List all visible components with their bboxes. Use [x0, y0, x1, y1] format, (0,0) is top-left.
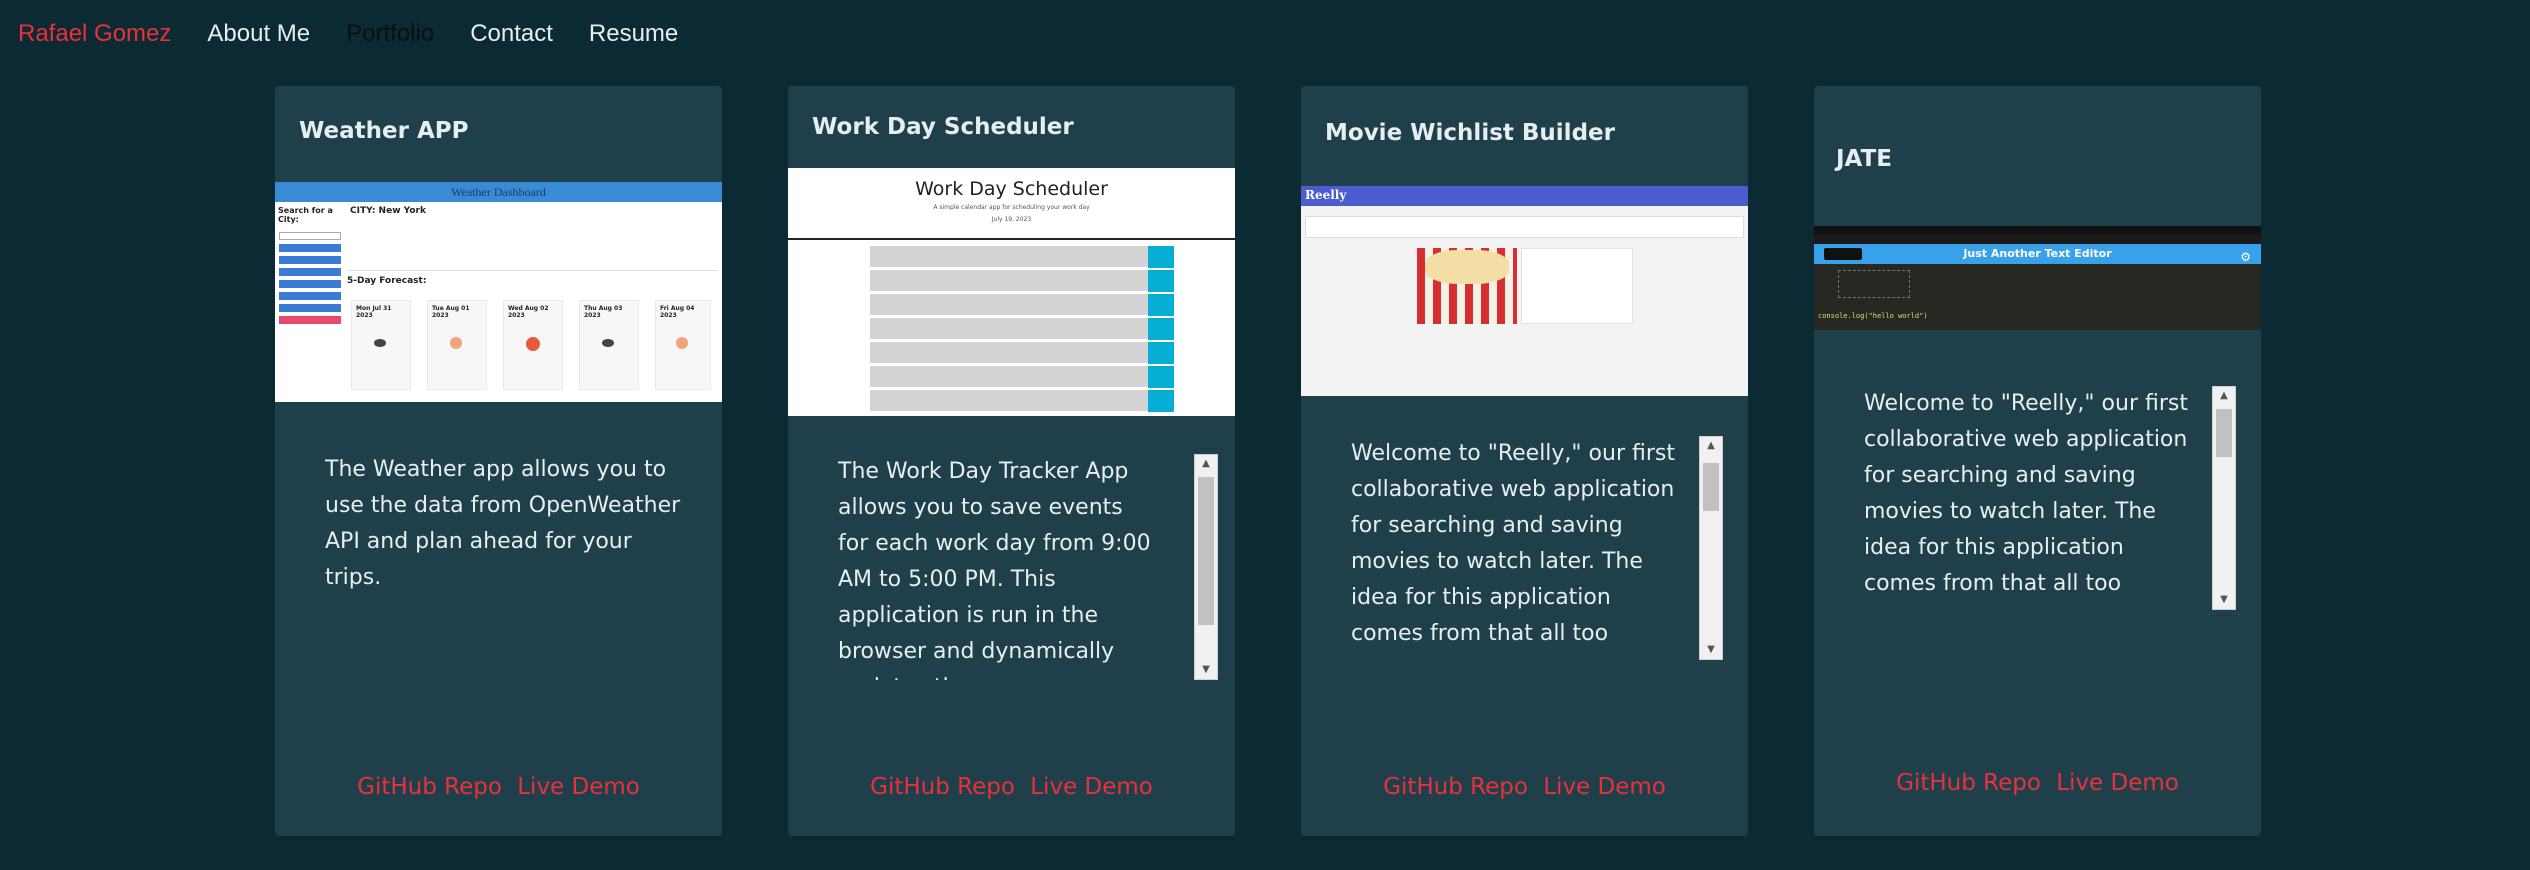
- scroll-up-icon[interactable]: ▲: [1195, 455, 1217, 473]
- card-title: JATE: [1836, 146, 1892, 172]
- screenshot-code: console.log("hello world"): [1818, 312, 1928, 320]
- top-nav: Rafael Gomez About Me Portfolio Contact …: [0, 0, 714, 68]
- project-description: The Work Day Tracker App allows you to s…: [838, 459, 1151, 680]
- scroll-up-icon[interactable]: ▲: [1700, 437, 1722, 455]
- description-container: The Weather app allows you to use the da…: [325, 452, 685, 596]
- screenshot-search-label: Search for a City:: [278, 206, 333, 224]
- github-repo-link[interactable]: GitHub Repo: [357, 774, 502, 800]
- project-screenshot: Weather Dashboard Search for a City: CIT…: [275, 182, 722, 404]
- project-links: GitHub Repo Live Demo: [1301, 774, 1748, 800]
- nav-resume[interactable]: Resume: [589, 20, 678, 48]
- screenshot-header: Work Day Scheduler: [915, 178, 1108, 200]
- project-card-movie: Movie Wichlist Builder Reelly Welcome to…: [1301, 86, 1748, 836]
- description-container: Welcome to "Reelly," our first collabora…: [1864, 386, 2261, 610]
- project-screenshot: Work Day Scheduler A simple calendar app…: [788, 168, 1235, 416]
- screenshot-forecast-title: 5-Day Forecast:: [347, 276, 427, 286]
- nav-about[interactable]: About Me: [207, 20, 310, 48]
- project-links: GitHub Repo Live Demo: [1814, 770, 2261, 796]
- project-description: Welcome to "Reelly," our first collabora…: [1351, 441, 1675, 646]
- github-repo-link[interactable]: GitHub Repo: [870, 774, 1015, 800]
- github-repo-link[interactable]: GitHub Repo: [1896, 770, 2041, 796]
- description-scrollbar[interactable]: ▲ ▼: [1194, 454, 1218, 680]
- scroll-down-icon[interactable]: ▼: [2213, 591, 2235, 609]
- scroll-thumb[interactable]: [1198, 477, 1214, 625]
- scroll-down-icon[interactable]: ▼: [1195, 661, 1217, 679]
- live-demo-link[interactable]: Live Demo: [1543, 774, 1666, 800]
- card-title: Weather APP: [299, 118, 469, 144]
- scroll-thumb[interactable]: [2216, 409, 2232, 457]
- scroll-up-icon[interactable]: ▲: [2213, 387, 2235, 405]
- brand-link[interactable]: Rafael Gomez: [18, 20, 171, 48]
- screenshot-title: Just Another Text Editor: [1963, 247, 2112, 260]
- card-title: Movie Wichlist Builder: [1325, 120, 1615, 146]
- scroll-thumb[interactable]: [1703, 463, 1719, 511]
- description-container: Welcome to "Reelly," our first collabora…: [1351, 436, 1748, 660]
- project-card-scheduler: Work Day Scheduler Work Day Scheduler A …: [788, 86, 1235, 836]
- description-scrollbar[interactable]: ▲ ▼: [1699, 436, 1723, 660]
- project-card-weather: Weather APP Weather Dashboard Search for…: [275, 86, 722, 836]
- project-links: GitHub Repo Live Demo: [788, 774, 1235, 800]
- project-description: Welcome to "Reelly," our first collabora…: [1864, 391, 2188, 596]
- scroll-down-icon[interactable]: ▼: [1700, 641, 1722, 659]
- nav-portfolio[interactable]: Portfolio: [346, 20, 434, 48]
- project-links: GitHub Repo Live Demo: [275, 774, 722, 800]
- live-demo-link[interactable]: Live Demo: [2056, 770, 2179, 796]
- screenshot-logo: Reelly: [1305, 188, 1347, 202]
- project-screenshot: Just Another Text Editor ⚙ console.log("…: [1814, 226, 2261, 348]
- project-screenshot: Reelly: [1301, 186, 1748, 398]
- project-description: The Weather app allows you to use the da…: [325, 457, 681, 590]
- github-repo-link[interactable]: GitHub Repo: [1383, 774, 1528, 800]
- screenshot-header: Weather Dashboard: [275, 182, 722, 202]
- description-container: The Work Day Tracker App allows you to s…: [838, 454, 1218, 680]
- description-scrollbar[interactable]: ▲ ▼: [2212, 386, 2236, 610]
- nav-contact[interactable]: Contact: [470, 20, 553, 48]
- live-demo-link[interactable]: Live Demo: [1030, 774, 1153, 800]
- screenshot-city: CITY: New York: [350, 206, 426, 216]
- project-card-jate: JATE Just Another Text Editor ⚙ console.…: [1814, 86, 2261, 836]
- live-demo-link[interactable]: Live Demo: [517, 774, 640, 800]
- card-title: Work Day Scheduler: [812, 114, 1074, 140]
